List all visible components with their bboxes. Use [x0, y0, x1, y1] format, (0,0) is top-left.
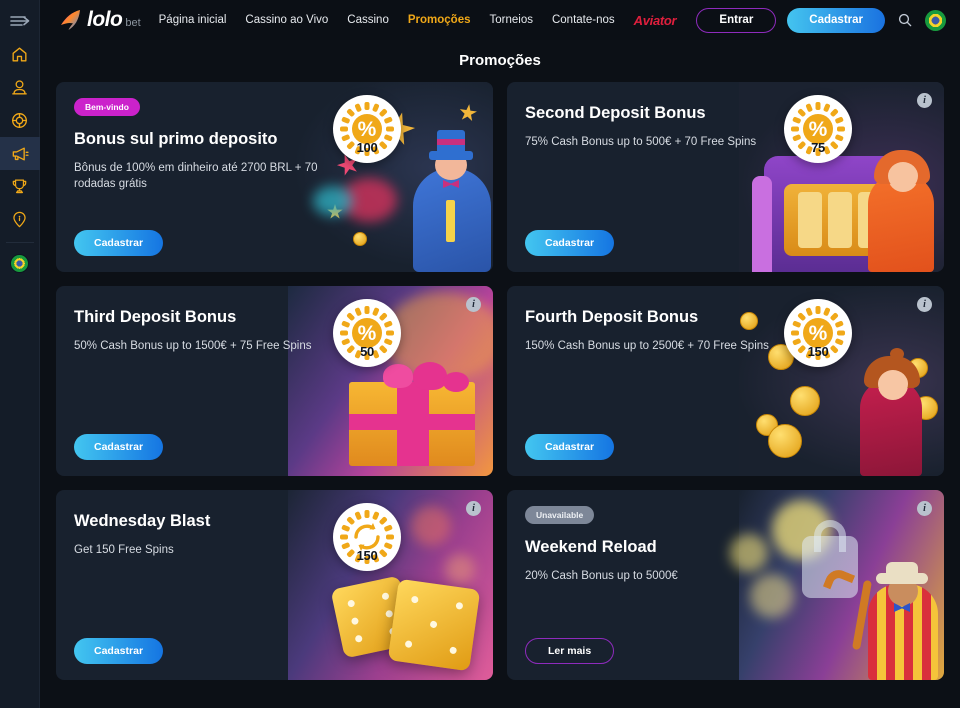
main-area: lolo bet Página inicial Cassino ao Vivo …	[40, 0, 960, 708]
promo-cta-button[interactable]: Cadastrar	[525, 434, 615, 460]
promo-description: 50% Cash Bonus up to 1500€ + 75 Free Spi…	[74, 339, 312, 352]
promo-cta-button[interactable]: Cadastrar	[525, 230, 615, 256]
promo-info-icon[interactable]: i	[917, 501, 932, 516]
promo-title: Fourth Deposit Bonus	[525, 308, 699, 326]
sidebar-item-promotions[interactable]	[0, 137, 40, 170]
header-actions: Entrar Cadastrar	[696, 7, 946, 33]
main-nav: Página inicial Cassino ao Vivo Cassino P…	[159, 13, 677, 28]
promo-chip-value: 150	[807, 344, 829, 359]
promo-card-body: Wednesday Blast Get 150 Free Spins Cadas…	[56, 490, 493, 680]
promo-cta-wrap: Cadastrar	[74, 230, 475, 256]
svg-text:%: %	[809, 118, 828, 141]
promo-title: Weekend Reload	[525, 538, 657, 556]
sidebar-item-info[interactable]	[0, 203, 40, 236]
promo-chip-badge: % 50	[333, 299, 401, 367]
sidebar-divider	[5, 242, 34, 243]
promo-chip-value: 75	[811, 140, 825, 155]
brazil-flag-icon[interactable]	[925, 9, 946, 31]
trophy-icon	[12, 179, 27, 194]
promo-cta-button[interactable]: Ler mais	[525, 638, 615, 664]
sidebar-item-casino[interactable]	[0, 104, 40, 137]
promo-description: 75% Cash Bonus up to 500€ + 70 Free Spin…	[525, 135, 757, 148]
promo-card-wednesday-blast[interactable]: i 150 Wednesday Blast Get 150 Free Spins…	[56, 490, 493, 680]
svg-text:%: %	[358, 118, 377, 141]
sidebar-item-tournaments[interactable]	[0, 170, 40, 203]
svg-text:%: %	[358, 322, 377, 345]
nav-item-contact[interactable]: Contate-nos	[552, 14, 615, 26]
promo-card-body: Second Deposit Bonus 75% Cash Bonus up t…	[507, 82, 944, 272]
brazil-flag-icon	[10, 254, 29, 273]
promo-info-icon[interactable]: i	[466, 297, 481, 312]
promo-cta-button[interactable]: Cadastrar	[74, 638, 164, 664]
promo-card-first-deposit[interactable]: % 100 Bem-vindo Bonus sul primo deposito…	[56, 82, 493, 272]
login-button[interactable]: Entrar	[696, 7, 777, 33]
sidebar-item-live-casino[interactable]	[0, 71, 40, 104]
promo-title: Second Deposit Bonus	[525, 104, 706, 122]
promo-card-body: Third Deposit Bonus 50% Cash Bonus up to…	[56, 286, 493, 476]
promo-cta-wrap: Cadastrar	[74, 638, 475, 664]
nav-item-promotions[interactable]: Promoções	[408, 14, 471, 26]
signup-button[interactable]: Cadastrar	[787, 7, 885, 33]
promo-cta-wrap: Cadastrar	[525, 434, 926, 460]
promo-chip-value: 50	[360, 344, 374, 359]
sidebar	[0, 0, 40, 708]
logo-wordmark: lolo	[87, 8, 123, 31]
promo-description: 20% Cash Bonus up to 5000€	[525, 569, 678, 582]
info-pin-icon	[13, 211, 26, 228]
promo-info-icon[interactable]: i	[466, 501, 481, 516]
svg-text:%: %	[809, 322, 828, 345]
promo-card-third-deposit[interactable]: i % 50 Third Deposit Bonus 50% Cash Bonu…	[56, 286, 493, 476]
logo-suffix: bet	[125, 17, 141, 29]
promo-title: Third Deposit Bonus	[74, 308, 237, 326]
promo-cta-wrap: Ler mais	[525, 638, 926, 664]
promo-badge: Unavailable	[525, 506, 595, 524]
content-area: Promoções % 100 Bem-vindo Bonus sul prim…	[40, 40, 960, 708]
sidebar-language-selector[interactable]	[0, 247, 40, 280]
sidebar-item-home[interactable]	[0, 38, 40, 71]
home-icon	[12, 47, 27, 62]
promo-chip-badge: % 75	[784, 95, 852, 163]
app-root: lolo bet Página inicial Cassino ao Vivo …	[0, 0, 960, 708]
promo-card-body: Unavailable Weekend Reload 20% Cash Bonu…	[507, 490, 944, 680]
casino-chip-icon	[12, 113, 27, 128]
promo-title: Bonus sul primo deposito	[74, 130, 278, 148]
nav-item-home[interactable]: Página inicial	[159, 14, 227, 26]
promo-card-weekend-reload[interactable]: i Unavailable Weekend Reload 20% Cash Bo…	[507, 490, 944, 680]
promo-chip-badge: 150	[333, 503, 401, 571]
promo-cta-wrap: Cadastrar	[525, 230, 926, 256]
promo-title: Wednesday Blast	[74, 512, 211, 530]
sidebar-collapse-toggle[interactable]	[0, 4, 40, 38]
nav-item-live-casino[interactable]: Cassino ao Vivo	[245, 14, 328, 26]
nav-item-aviator[interactable]: Aviator	[634, 13, 677, 28]
promo-badge: Bem-vindo	[74, 98, 140, 116]
promo-chip-badge: % 150	[784, 299, 852, 367]
megaphone-icon	[12, 147, 29, 160]
promo-cta-wrap: Cadastrar	[74, 434, 475, 460]
site-logo[interactable]: lolo bet	[58, 8, 141, 32]
promo-cta-button[interactable]: Cadastrar	[74, 230, 164, 256]
promo-cta-button[interactable]: Cadastrar	[74, 434, 164, 460]
live-dealer-icon	[12, 80, 27, 95]
promo-card-second-deposit[interactable]: i % 75 Second Deposit Bonus 75% Cash Bon…	[507, 82, 944, 272]
top-header: lolo bet Página inicial Cassino ao Vivo …	[40, 0, 960, 40]
page-title: Promoções	[459, 52, 541, 69]
promo-description: 150% Cash Bonus up to 2500€ + 70 Free Sp…	[525, 339, 769, 352]
promo-card-fourth-deposit[interactable]: i % 150 Fourth Deposit Bonus 150% Cash B…	[507, 286, 944, 476]
promo-description: Get 150 Free Spins	[74, 543, 174, 556]
promo-chip-badge: % 100	[333, 95, 401, 163]
search-icon[interactable]	[896, 11, 914, 29]
menu-arrow-icon	[9, 16, 29, 26]
promo-chip-value: 100	[356, 140, 378, 155]
nav-item-casino[interactable]: Cassino	[347, 14, 389, 26]
lolobet-bird-icon	[61, 10, 80, 30]
nav-item-tournaments[interactable]: Torneios	[490, 14, 533, 26]
promotions-grid: % 100 Bem-vindo Bonus sul primo deposito…	[56, 82, 944, 680]
promo-info-icon[interactable]: i	[917, 93, 932, 108]
promo-description: Bônus de 100% em dinheiro até 2700 BRL +…	[74, 161, 318, 191]
promo-card-body: Bem-vindo Bonus sul primo deposito Bônus…	[56, 82, 493, 272]
promo-chip-value: 150	[356, 548, 378, 563]
promo-card-body: Fourth Deposit Bonus 150% Cash Bonus up …	[507, 286, 944, 476]
spin-arrows-icon	[354, 524, 380, 550]
promo-info-icon[interactable]: i	[917, 297, 932, 312]
